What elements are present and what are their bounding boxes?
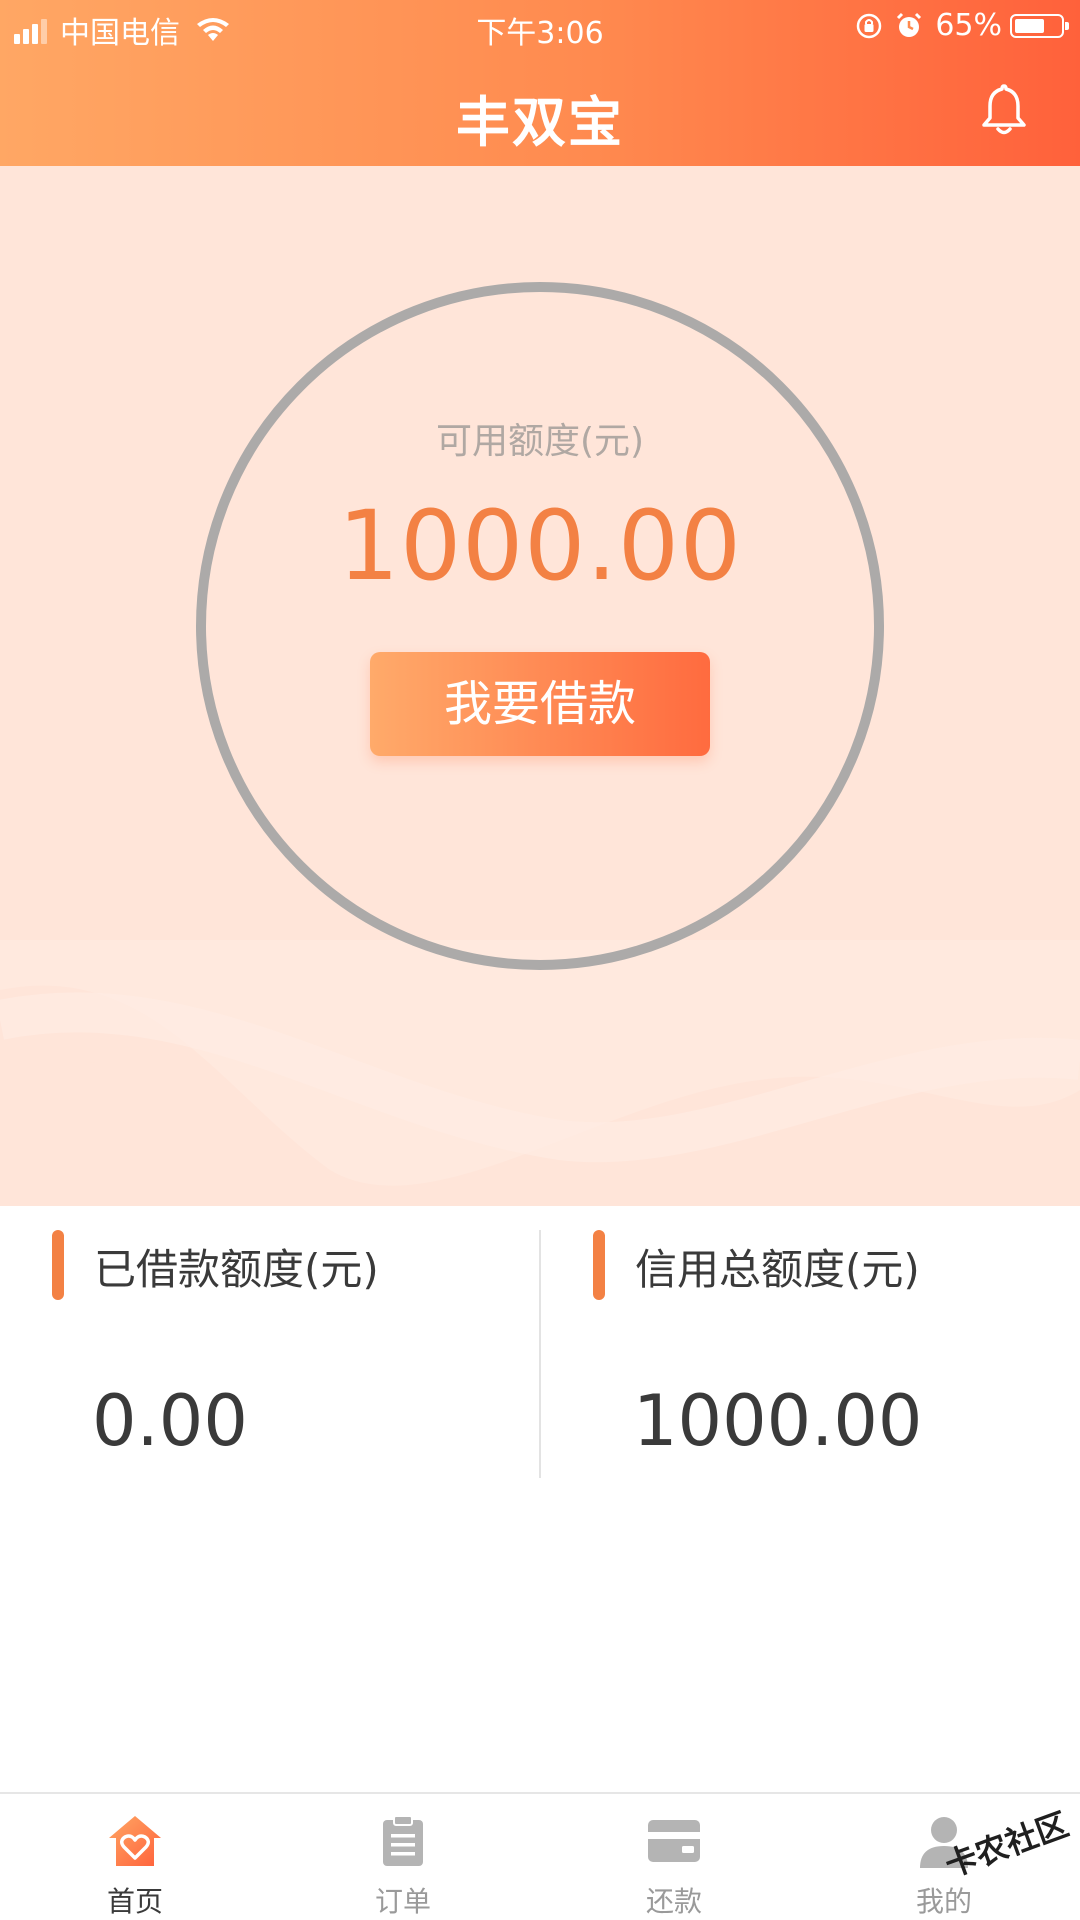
status-bar: 中国电信 下午3:06 65% xyxy=(0,0,1080,56)
total-credit-block: 信用总额度(元) 1000.00 xyxy=(593,1230,1080,1490)
borrowed-credit-label: 已借款额度(元) xyxy=(94,1245,379,1294)
tab-home-label: 首页 xyxy=(106,1885,163,1918)
battery-percent: 65% xyxy=(935,8,1002,43)
tab-mine-label: 我的 xyxy=(915,1885,972,1918)
available-credit-amount: 1000.00 xyxy=(338,490,742,602)
home-heart-icon xyxy=(109,1816,161,1866)
battery-level xyxy=(1015,18,1044,33)
tab-repay-label: 还款 xyxy=(645,1885,702,1918)
tab-orders[interactable]: 订单 xyxy=(323,1814,483,1920)
battery-icon xyxy=(1010,13,1069,38)
tab-home[interactable]: 首页 xyxy=(55,1814,215,1920)
accent-bar xyxy=(593,1230,605,1300)
rotation-lock-icon xyxy=(857,13,882,38)
wave-decoration xyxy=(0,940,1080,1186)
bottom-tab-bar: 首页 订单 还款 我的 xyxy=(0,1792,1080,1920)
borrowed-credit-value: 0.00 xyxy=(92,1380,248,1462)
available-credit-label: 可用额度(元) xyxy=(435,421,645,462)
tab-orders-label: 订单 xyxy=(374,1885,431,1918)
alarm-icon xyxy=(897,12,922,37)
borrowed-credit-block: 已借款额度(元) 0.00 xyxy=(52,1230,572,1490)
card-icon xyxy=(648,1820,700,1862)
bell-icon[interactable] xyxy=(980,82,1028,140)
stats-divider xyxy=(539,1230,541,1478)
accent-bar xyxy=(52,1230,64,1300)
total-credit-label: 信用总额度(元) xyxy=(635,1245,920,1294)
borrow-button[interactable]: 我要借款 xyxy=(370,652,710,756)
app-title: 丰双宝 xyxy=(456,91,624,154)
tab-repay[interactable]: 还款 xyxy=(594,1814,754,1920)
status-right: 65% xyxy=(855,8,1069,43)
total-credit-value: 1000.00 xyxy=(633,1380,923,1462)
credit-ring xyxy=(196,282,884,970)
clipboard-icon xyxy=(383,1815,423,1866)
app-header: 中国电信 下午3:06 65% 丰双宝 xyxy=(0,0,1080,166)
